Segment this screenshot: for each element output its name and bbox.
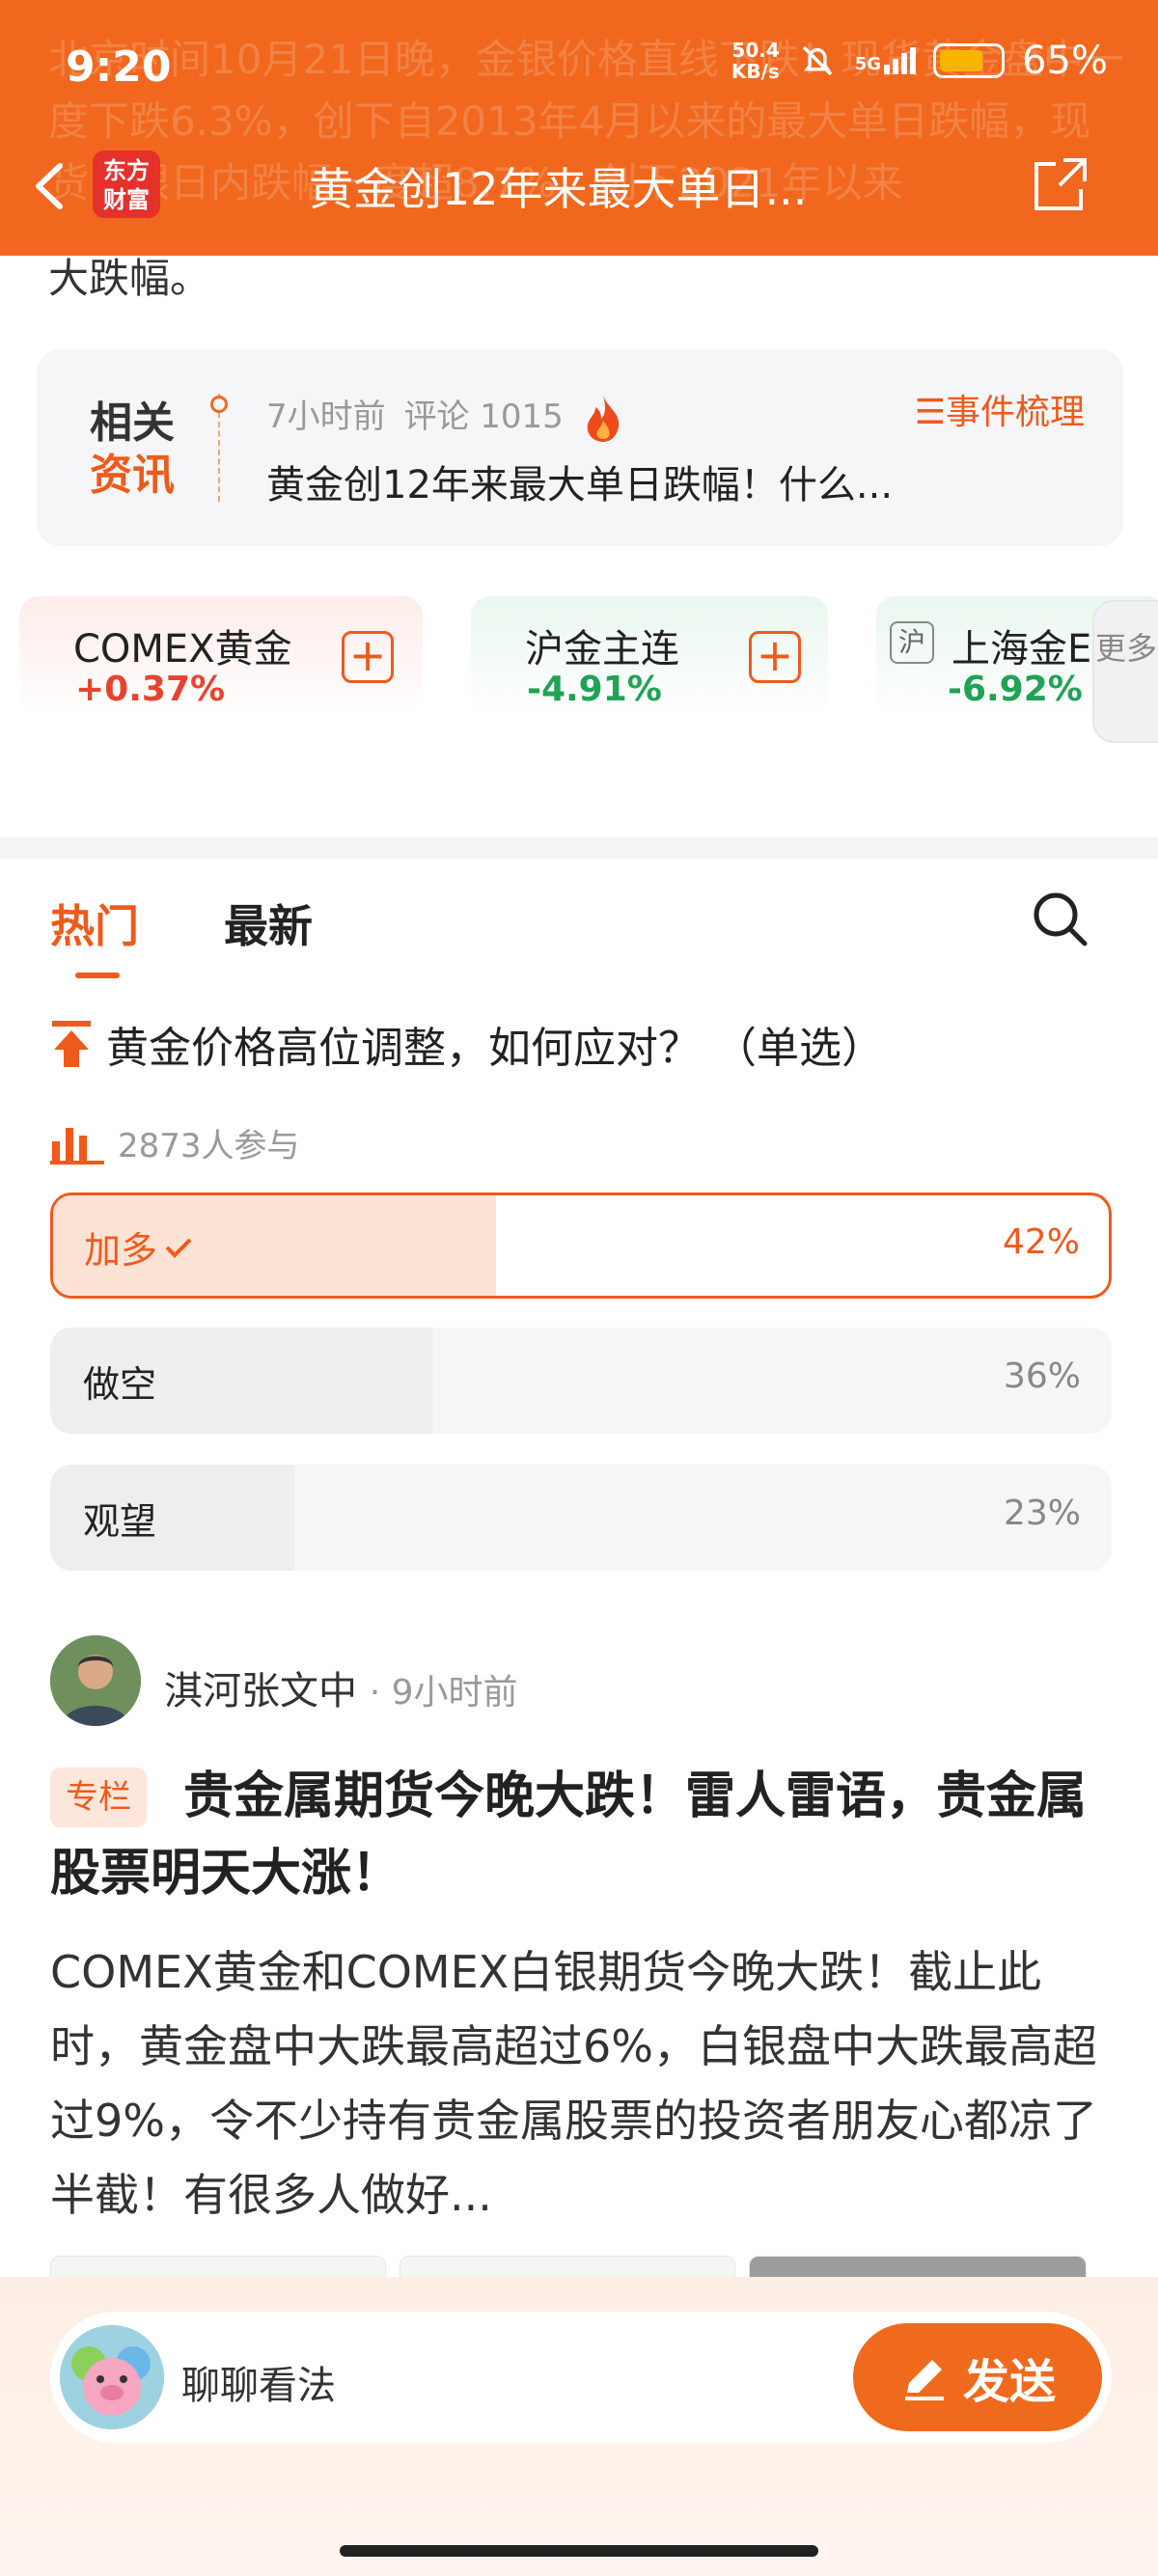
quote-name: 上海金E	[951, 627, 1092, 671]
poll-question: 黄金价格高位调整，如何应对？ （单选）	[50, 1013, 884, 1075]
signal-icon: 5G	[855, 47, 917, 74]
poll-option-percent: 42%	[1002, 1222, 1080, 1262]
poll-option-long[interactable]: 加多 42%	[50, 1192, 1112, 1299]
bar-chart-icon	[50, 1127, 104, 1165]
section-divider	[0, 837, 1158, 859]
post-time: · 9小时前	[369, 1673, 518, 1713]
add-watch-icon[interactable]: +	[749, 631, 801, 683]
tab-active-indicator	[75, 973, 120, 978]
pen-icon	[904, 2360, 944, 2400]
related-news-card[interactable]: 相关 资讯 7小时前 评论 1015 ☰事件梳理 黄金创12年来最大单日跌幅！什…	[37, 349, 1123, 546]
up-arrow-icon	[52, 1021, 91, 1067]
share-icon[interactable]	[1031, 154, 1090, 214]
check-icon	[165, 1238, 192, 1258]
send-button[interactable]: 发送	[853, 2323, 1102, 2431]
battery-icon	[933, 43, 1006, 78]
mute-bell-icon	[802, 45, 833, 76]
status-time: 9:20	[66, 42, 172, 92]
home-indicator[interactable]	[340, 2545, 818, 2557]
post-body[interactable]: COMEX黄金和COMEX白银期货今晚大跌！截止此时，黄金盘中大跌最高超过6%，…	[50, 1935, 1121, 2233]
poll-option-percent: 36%	[1003, 1357, 1081, 1396]
app-logo: 东方财富	[93, 151, 160, 218]
quote-change: +0.37%	[75, 670, 226, 709]
status-icons: 50.4 KB/s 5G 65%	[731, 39, 1108, 83]
add-watch-icon[interactable]: +	[342, 631, 394, 683]
tab-latest[interactable]: 最新	[224, 891, 313, 955]
more-quotes-button[interactable]: 更多	[1092, 600, 1158, 743]
post-title[interactable]: 贵金属期货今晚大跌！雷人雷语，贵金属股票明天大涨！	[50, 1758, 1121, 1912]
back-arrow-icon[interactable]	[21, 152, 79, 220]
exchange-tag: 沪	[890, 621, 934, 664]
fire-icon	[587, 395, 619, 442]
author-name[interactable]: 淇河张文中	[164, 1669, 357, 1713]
poll-option-label: 加多	[84, 1229, 158, 1272]
comment-bar: 聊聊看法 发送	[0, 2277, 1158, 2576]
cartoon-avatar-icon	[60, 2325, 164, 2429]
quote-comex-gold[interactable]: COMEX黄金 +0.37% +	[19, 596, 423, 718]
comment-input[interactable]: 聊聊看法 发送	[50, 2312, 1112, 2443]
comment-placeholder: 聊聊看法	[181, 2364, 336, 2408]
poll-option-percent: 23%	[1003, 1494, 1081, 1533]
search-icon[interactable]	[1029, 888, 1090, 949]
net-speed: 50.4 KB/s	[731, 39, 780, 83]
quote-name: COMEX黄金	[73, 627, 292, 671]
page-title: 黄金创12年来最大单日...	[309, 163, 808, 215]
quote-name: 沪金主连	[525, 627, 679, 671]
poll-participants: 2873人参与	[50, 1119, 300, 1166]
author-line: 淇河张文中 · 9小时前	[164, 1659, 518, 1715]
quote-shfe-gold[interactable]: 沪金主连 -4.91% +	[471, 596, 828, 718]
poll-option-label: 观望	[83, 1500, 157, 1543]
poll-option-label: 做空	[83, 1363, 157, 1406]
event-summary-link[interactable]: ☰事件梳理	[915, 384, 1085, 434]
poll-option-wait[interactable]: 观望 23%	[50, 1465, 1112, 1571]
timeline-dot	[210, 396, 228, 413]
tab-hot[interactable]: 热门	[50, 891, 139, 955]
person-avatar-icon	[50, 1635, 141, 1726]
quote-change: -6.92%	[948, 670, 1083, 709]
battery-percent: 65%	[1022, 39, 1108, 83]
quote-change: -4.91%	[527, 670, 662, 709]
top-header: 北京时间10月21日晚，金银价格直线下跌！现货黄金盘中一度下跌6.3%，创下自2…	[0, 0, 1158, 256]
related-title[interactable]: 黄金创12年来最大单日跌幅！什么...	[266, 453, 893, 509]
user-avatar	[60, 2325, 164, 2429]
page: 北京时间10月21日晚，金银价格直线下跌！现货黄金盘中一度下跌6.3%，创下自2…	[0, 0, 1158, 2576]
author-avatar[interactable]	[50, 1635, 141, 1726]
related-badge: 相关 资讯	[90, 398, 175, 500]
related-meta: 7小时前 评论 1015	[266, 390, 624, 444]
poll-option-short[interactable]: 做空 36%	[50, 1328, 1112, 1434]
